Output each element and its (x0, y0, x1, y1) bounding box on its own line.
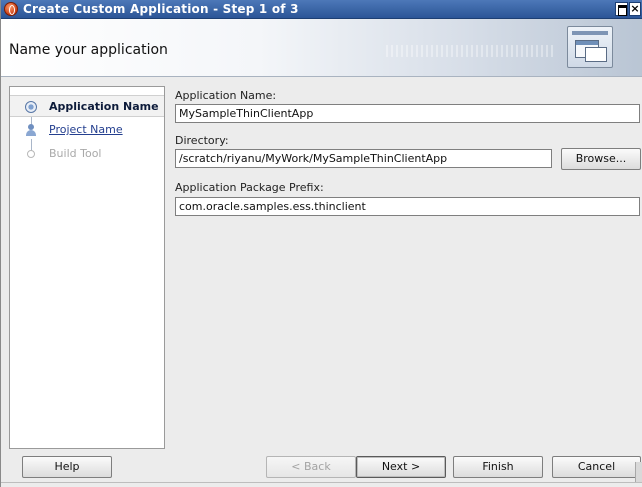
step-label: Application Name (49, 100, 159, 113)
directory-input[interactable]: /scratch/riyanu/MyWork/MySampleThinClien… (175, 149, 552, 168)
back-button: < Back (266, 456, 356, 478)
page-title: Name your application (9, 42, 168, 58)
application-name-input[interactable]: MySampleThinClientApp (175, 104, 640, 123)
header-watermark (386, 45, 556, 57)
maximize-icon[interactable] (615, 2, 628, 16)
close-icon[interactable]: × (629, 2, 641, 16)
title-bar[interactable]: Create Custom Application - Step 1 of 3 … (1, 0, 642, 19)
cancel-button[interactable]: Cancel (552, 456, 641, 478)
footer-divider (1, 482, 642, 483)
wizard-window: Create Custom Application - Step 1 of 3 … (0, 0, 642, 487)
application-windows-icon (567, 26, 613, 68)
user-icon (25, 124, 37, 136)
browse-button[interactable]: Browse... (561, 148, 641, 170)
step-project-name[interactable]: Project Name (10, 119, 164, 141)
window-controls: × (615, 2, 641, 16)
help-button[interactable]: Help (22, 456, 112, 478)
next-button[interactable]: Next > (356, 456, 446, 478)
application-name-label: Application Name: (175, 89, 277, 102)
oracle-app-icon (4, 2, 18, 16)
package-prefix-label: Application Package Prefix: (175, 181, 324, 194)
finish-button[interactable]: Finish (453, 456, 543, 478)
window-title: Create Custom Application - Step 1 of 3 (23, 2, 299, 16)
wizard-header: Name your application (1, 19, 642, 77)
empty-circle-icon (27, 150, 35, 158)
step-label: Build Tool (49, 147, 102, 160)
step-build-tool: Build Tool (10, 143, 164, 165)
step-application-name[interactable]: Application Name (10, 95, 164, 117)
step-navigator: Application Name Project Name Build Tool (9, 86, 165, 449)
radio-dot-icon (25, 101, 37, 113)
step-label[interactable]: Project Name (49, 123, 123, 136)
package-prefix-input[interactable]: com.oracle.samples.ess.thinclient (175, 197, 640, 216)
directory-label: Directory: (175, 134, 229, 147)
resize-handle[interactable] (635, 462, 642, 482)
